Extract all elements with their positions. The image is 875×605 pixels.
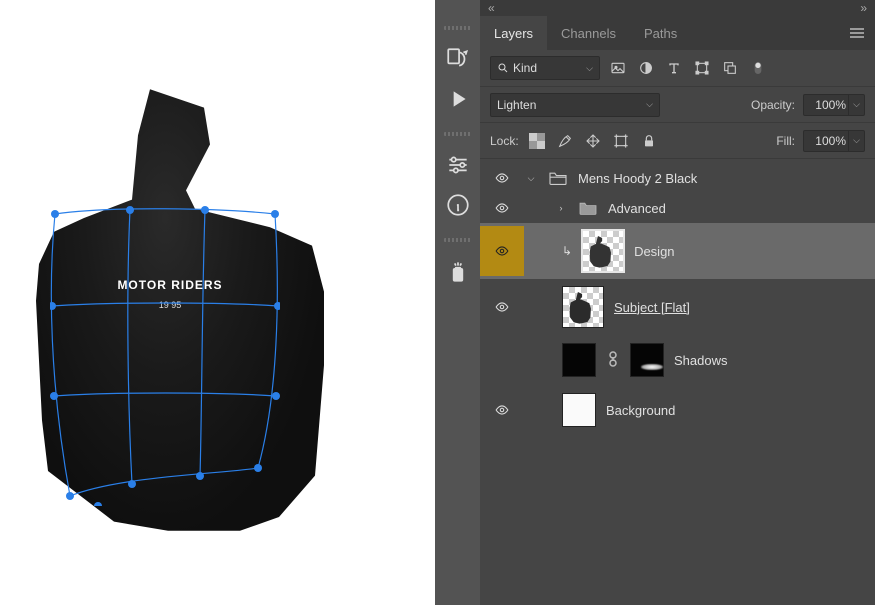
fill-input[interactable]	[804, 134, 848, 148]
opacity-input[interactable]	[804, 98, 848, 112]
layer-design[interactable]: ↳ Design	[480, 223, 875, 279]
layer-subject-flat[interactable]: Subject [Flat]	[480, 279, 875, 335]
eye-off-icon	[493, 353, 511, 367]
disclosure-open-icon[interactable]: ⌵	[524, 173, 538, 184]
adjustments-panel-icon[interactable]	[445, 154, 471, 176]
blend-opacity-row: Lighten ⌵ Opacity: ⌵	[480, 86, 875, 122]
visibility-toggle[interactable]	[480, 282, 524, 332]
lock-all-icon[interactable]	[639, 131, 659, 151]
opacity-label: Opacity:	[751, 98, 795, 112]
opacity-field[interactable]: ⌵	[803, 94, 865, 116]
chevron-down-icon: ⌵	[646, 99, 653, 110]
disclosure-closed-icon[interactable]: ›	[554, 203, 568, 213]
blend-mode-value: Lighten	[497, 98, 536, 112]
tab-channels[interactable]: Channels	[547, 16, 630, 50]
layer-thumbnail[interactable]	[562, 286, 604, 328]
eye-icon	[493, 171, 511, 185]
layers-panel: « » Layers Channels Paths Kind ⌵	[480, 0, 875, 605]
opacity-caret[interactable]: ⌵	[848, 94, 864, 116]
layer-tree: ⌵ Mens Hoody 2 Black › Adva	[480, 158, 875, 605]
filter-kind-label: Kind	[513, 61, 537, 75]
panel-collapse-bar[interactable]: « »	[480, 0, 875, 16]
canvas-area[interactable]: MOTOR RIDERS 19 95	[0, 0, 435, 605]
lock-position-icon[interactable]	[583, 131, 603, 151]
collapse-left-icon: «	[488, 1, 495, 15]
lock-artboard-icon[interactable]	[611, 131, 631, 151]
panel-tabbar: Layers Channels Paths	[480, 16, 875, 50]
layer-group-root[interactable]: ⌵ Mens Hoody 2 Black	[480, 163, 875, 193]
lock-fill-row: Lock: Fill: ⌵	[480, 122, 875, 158]
toolstrip-grip-3[interactable]	[444, 238, 472, 242]
lock-transparency-icon[interactable]	[527, 131, 547, 151]
filter-kind-dropdown[interactable]: Kind ⌵	[490, 56, 600, 80]
layer-thumbnail[interactable]	[562, 393, 596, 427]
panel-dock: « » Layers Channels Paths Kind ⌵	[435, 0, 875, 605]
collapse-right-icon: »	[860, 1, 867, 15]
layer-label: Shadows	[674, 353, 727, 368]
layer-shadows[interactable]: Shadows	[480, 335, 875, 385]
panel-toolstrip	[435, 0, 480, 605]
panel-menu-icon[interactable]	[839, 16, 875, 50]
visibility-toggle[interactable]	[480, 166, 524, 190]
fill-label: Fill:	[776, 134, 795, 148]
toolstrip-grip[interactable]	[444, 26, 472, 30]
layer-background[interactable]: Background	[480, 385, 875, 435]
eye-icon	[493, 201, 511, 215]
info-panel-icon[interactable]	[445, 194, 471, 216]
eye-icon	[493, 300, 511, 314]
warp-transform-mesh[interactable]	[50, 206, 280, 506]
folder-icon	[578, 200, 598, 216]
tab-layers[interactable]: Layers	[480, 16, 547, 50]
tab-paths[interactable]: Paths	[630, 16, 691, 50]
layer-group-label: Mens Hoody 2 Black	[578, 171, 697, 186]
lock-pixels-icon[interactable]	[555, 131, 575, 151]
visibility-toggle[interactable]	[480, 226, 524, 276]
mask-link-icon[interactable]	[608, 351, 618, 370]
clone-source-panel-icon[interactable]	[445, 260, 471, 282]
layer-label: Design	[634, 244, 674, 259]
layer-label: Subject [Flat]	[614, 300, 690, 315]
visibility-toggle[interactable]	[480, 388, 524, 432]
layer-label: Advanced	[608, 201, 666, 216]
history-panel-icon[interactable]	[445, 48, 471, 70]
toolstrip-grip-2[interactable]	[444, 132, 472, 136]
chevron-down-icon: ⌵	[586, 63, 593, 74]
layer-mask-thumbnail[interactable]	[630, 343, 664, 377]
fill-caret[interactable]: ⌵	[848, 130, 864, 152]
filter-smartobject-icon[interactable]	[720, 58, 740, 78]
layer-filter-row: Kind ⌵	[480, 50, 875, 86]
filter-pixel-icon[interactable]	[608, 58, 628, 78]
visibility-toggle[interactable]	[480, 338, 524, 382]
folder-open-icon	[548, 170, 568, 186]
filter-adjustment-icon[interactable]	[636, 58, 656, 78]
visibility-toggle[interactable]	[480, 196, 524, 220]
search-icon	[497, 62, 509, 74]
clipping-mask-icon: ↳	[562, 244, 572, 258]
filter-shape-icon[interactable]	[692, 58, 712, 78]
layer-thumbnail[interactable]	[562, 343, 596, 377]
actions-panel-icon[interactable]	[445, 88, 471, 110]
eye-icon	[493, 244, 511, 258]
filter-type-icon[interactable]	[664, 58, 684, 78]
layer-thumbnail[interactable]	[582, 230, 624, 272]
layer-label: Background	[606, 403, 675, 418]
blend-mode-dropdown[interactable]: Lighten ⌵	[490, 93, 660, 117]
fill-field[interactable]: ⌵	[803, 130, 865, 152]
layer-advanced[interactable]: › Advanced	[480, 193, 875, 223]
lock-label: Lock:	[490, 134, 519, 148]
eye-icon	[493, 403, 511, 417]
filter-toggle-switch[interactable]	[748, 58, 768, 78]
